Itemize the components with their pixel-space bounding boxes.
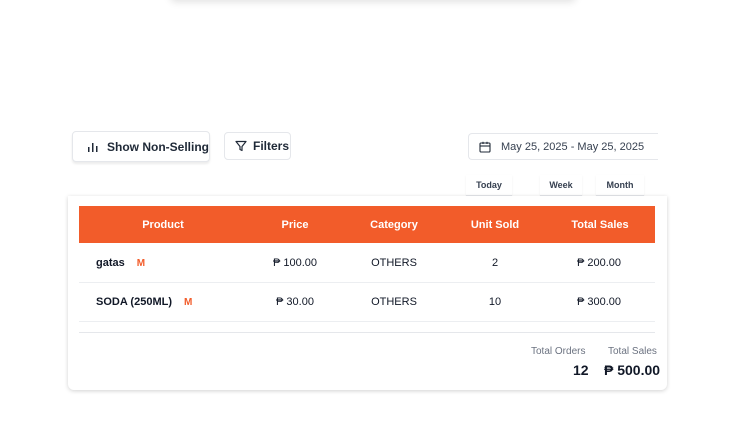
header-unit-sold[interactable]: Unit Sold bbox=[445, 206, 545, 243]
category-cell: OTHERS bbox=[371, 257, 417, 269]
product-name: SODA (250ML) bbox=[96, 296, 172, 308]
total-sales-cell: ₱ 200.00 bbox=[576, 257, 622, 269]
date-range-value: May 25, 2025 - May 25, 2025 bbox=[501, 140, 645, 153]
table-row[interactable]: SODA (250ML) M ₱ 30.00 OTHERS 10 ₱ 300.0… bbox=[79, 283, 655, 322]
total-sales-value: ₱ 500.00 bbox=[604, 362, 661, 378]
bar-chart-icon bbox=[87, 141, 99, 153]
header-total-sales[interactable]: Total Sales bbox=[550, 206, 650, 243]
filters-label: Filters bbox=[253, 139, 290, 153]
product-badge: M bbox=[184, 296, 193, 308]
header-category[interactable]: Category bbox=[344, 206, 444, 243]
product-cell: gatas M bbox=[96, 244, 145, 282]
period-month-button[interactable]: Month bbox=[596, 175, 644, 196]
product-name: gatas bbox=[96, 257, 125, 269]
unit-sold-cell: 10 bbox=[488, 296, 502, 308]
filter-icon bbox=[235, 140, 247, 152]
total-sales-cell: ₱ 300.00 bbox=[576, 296, 622, 308]
total-orders-label: Total Orders bbox=[531, 346, 586, 357]
period-today-label: Today bbox=[476, 180, 502, 190]
period-week-button[interactable]: Week bbox=[540, 175, 582, 196]
price-cell: ₱ 100.00 bbox=[272, 257, 318, 269]
table-row[interactable]: gatas M ₱ 100.00 OTHERS 2 ₱ 200.00 bbox=[79, 244, 655, 283]
table-header: Product Price Category Unit Sold Total S… bbox=[79, 206, 655, 243]
filters-button[interactable]: Filters bbox=[224, 132, 291, 160]
total-orders-value: 12 bbox=[573, 362, 589, 378]
price-cell: ₱ 30.00 bbox=[276, 296, 314, 308]
show-non-selling-button[interactable]: Show Non-Selling bbox=[72, 131, 210, 162]
product-badge: M bbox=[136, 257, 146, 269]
calendar-icon bbox=[479, 141, 491, 153]
period-week-label: Week bbox=[549, 180, 573, 190]
product-cell: SODA (250ML) M bbox=[96, 283, 192, 321]
total-sales-label: Total Sales bbox=[608, 346, 657, 357]
header-product[interactable]: Product bbox=[113, 206, 213, 243]
period-month-label: Month bbox=[606, 180, 634, 190]
date-range-picker[interactable]: May 25, 2025 - May 25, 2025 bbox=[468, 133, 658, 160]
unit-sold-cell: 2 bbox=[491, 257, 499, 269]
period-today-button[interactable]: Today bbox=[466, 175, 512, 196]
category-cell: OTHERS bbox=[371, 296, 417, 308]
header-price[interactable]: Price bbox=[245, 206, 345, 243]
show-non-selling-label: Show Non-Selling bbox=[107, 139, 209, 154]
summary-divider bbox=[79, 332, 655, 333]
